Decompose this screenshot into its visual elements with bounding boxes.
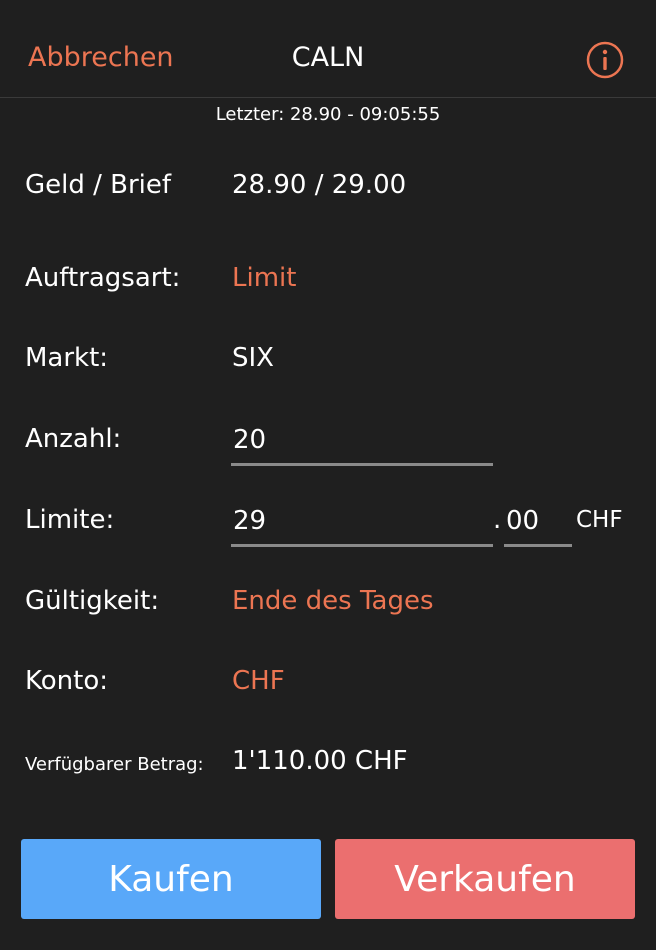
- market-label: Markt:: [25, 343, 109, 373]
- order-type-label: Auftragsart:: [25, 263, 181, 293]
- info-circle-icon[interactable]: [586, 41, 624, 79]
- limit-label: Limite:: [25, 505, 115, 535]
- order-type-select[interactable]: Limit: [232, 263, 296, 293]
- quantity-label: Anzahl:: [25, 424, 122, 454]
- last-trade-info: Letzter: 28.90 - 09:05:55: [215, 104, 441, 125]
- market-value: SIX: [232, 343, 274, 373]
- account-select[interactable]: CHF: [232, 666, 285, 696]
- limit-integer-input[interactable]: [231, 501, 493, 547]
- bid-ask-value: 28.90 / 29.00: [232, 170, 407, 200]
- limit-decimal-input[interactable]: [504, 501, 572, 547]
- validity-label: Gültigkeit:: [25, 586, 160, 616]
- account-label: Konto:: [25, 666, 109, 696]
- buy-button[interactable]: Kaufen: [21, 839, 321, 919]
- available-amount-value: 1'110.00 CHF: [232, 746, 408, 776]
- limit-currency: CHF: [576, 507, 623, 533]
- page-title: CALN: [291, 42, 365, 73]
- quantity-input[interactable]: [231, 420, 493, 466]
- decimal-separator: .: [493, 505, 502, 535]
- available-amount-label: Verfügbarer Betrag:: [25, 754, 204, 775]
- validity-select[interactable]: Ende des Tages: [232, 586, 434, 616]
- bid-ask-label: Geld / Brief: [25, 170, 172, 200]
- nav-header: Abbrechen CALN: [0, 0, 656, 98]
- sell-button[interactable]: Verkaufen: [335, 839, 635, 919]
